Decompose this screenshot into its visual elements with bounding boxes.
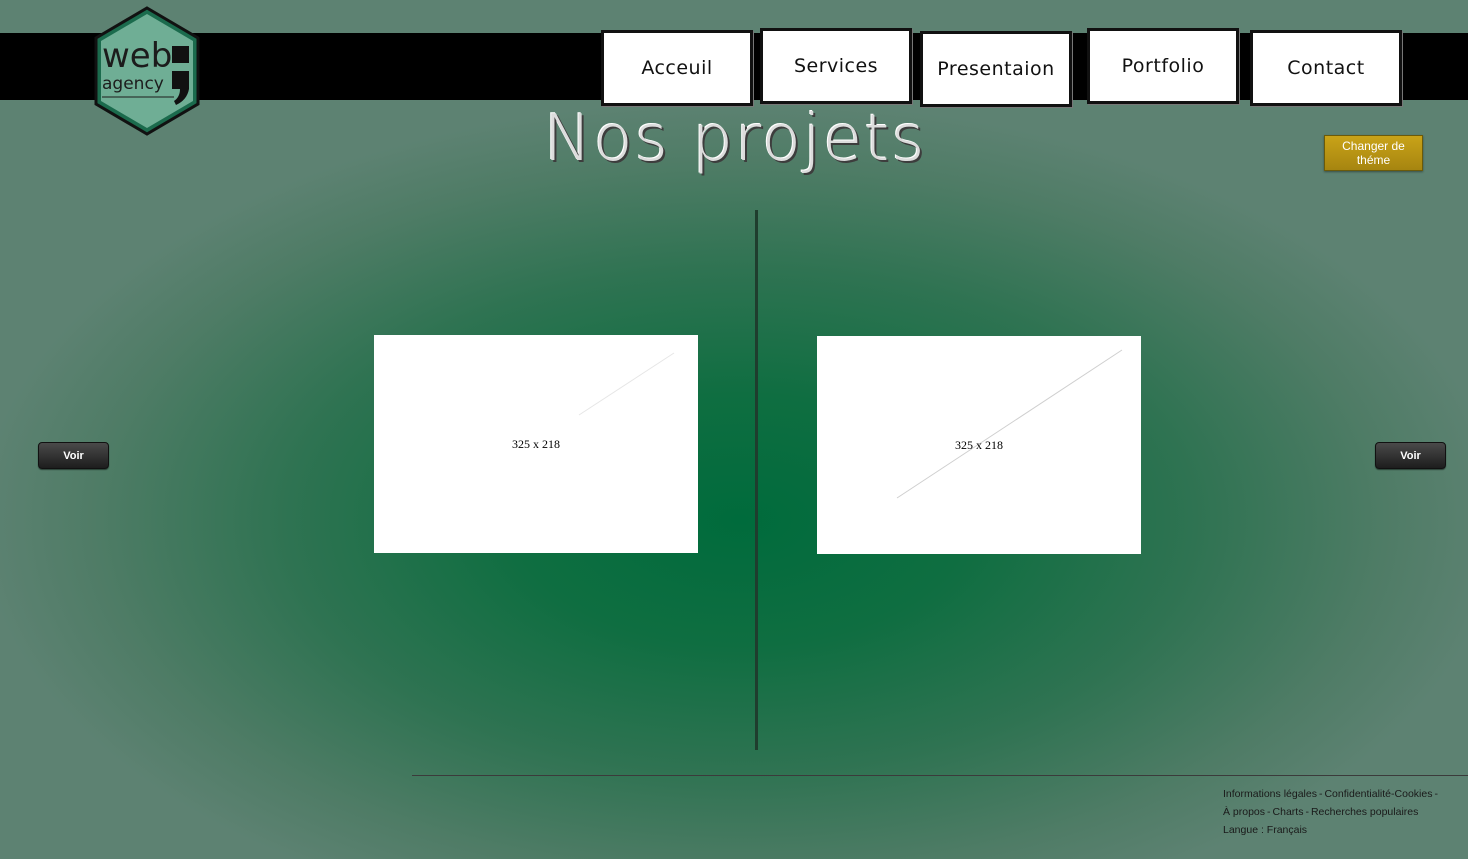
- footer-link-privacy[interactable]: Confidentialité: [1324, 788, 1391, 800]
- voir-button-right[interactable]: Voir: [1375, 442, 1446, 469]
- footer-link-legal[interactable]: Informations légales: [1223, 788, 1317, 800]
- footer-separator: -: [1305, 806, 1309, 818]
- thumbnail-size-label: 325 x 218: [512, 436, 560, 451]
- footer-separator: -: [1434, 788, 1438, 800]
- vertical-divider: [755, 210, 758, 750]
- footer-link-charts[interactable]: Charts: [1273, 806, 1304, 818]
- change-theme-button[interactable]: Changer de théme: [1324, 135, 1423, 171]
- footer: Informations légales - Confidentialité-Coo…: [1223, 785, 1463, 839]
- thumbnail-size-label: 325 x 218: [955, 437, 1003, 452]
- footer-divider: [412, 775, 1468, 776]
- footer-separator: -: [1318, 788, 1323, 800]
- voir-button-left[interactable]: Voir: [38, 442, 109, 469]
- language-selector[interactable]: Français: [1267, 824, 1307, 836]
- nav-portfolio-button[interactable]: Portfolio: [1087, 28, 1239, 104]
- footer-link-about[interactable]: À propos: [1223, 806, 1265, 818]
- nav-acceuil-button[interactable]: Acceuil: [601, 30, 753, 106]
- page-title: Nos projets: [543, 102, 927, 176]
- footer-link-cookies[interactable]: Cookies: [1395, 788, 1433, 800]
- logo-hexagon-icon: web agency: [94, 6, 200, 136]
- nav-presentaion-button[interactable]: Presentaion: [920, 31, 1072, 107]
- nav-services-button[interactable]: Services: [760, 28, 912, 104]
- project-thumbnail-right[interactable]: 325 x 218: [817, 336, 1141, 554]
- nav-contact-button[interactable]: Contact: [1250, 30, 1402, 106]
- svg-text:agency: agency: [102, 74, 164, 94]
- svg-text:web: web: [102, 36, 172, 76]
- footer-row-3: Langue : Français: [1223, 821, 1463, 839]
- web-agency-logo[interactable]: web agency: [92, 5, 202, 137]
- footer-link-popular-searches[interactable]: Recherches populaires: [1311, 806, 1418, 818]
- footer-row-2: À propos - Charts - Recherches populaires: [1223, 803, 1463, 821]
- project-thumbnail-left[interactable]: 325 x 218: [374, 335, 698, 553]
- footer-row-1: Informations légales - Confidentialité-Coo…: [1223, 785, 1463, 803]
- language-label: Langue :: [1223, 824, 1264, 836]
- footer-separator: -: [1267, 806, 1271, 818]
